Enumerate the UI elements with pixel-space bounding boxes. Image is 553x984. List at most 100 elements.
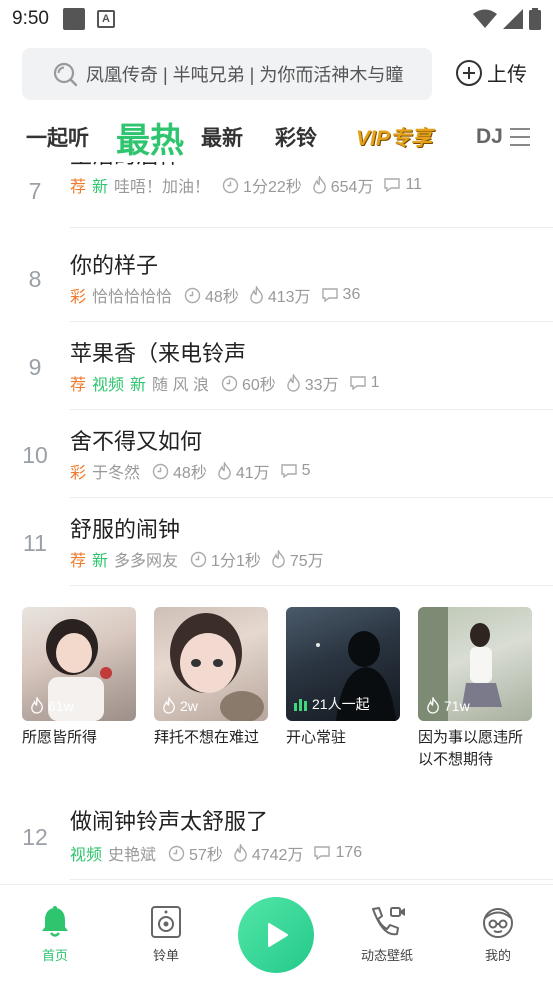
card-thumbnail: 71w xyxy=(418,607,532,721)
song-row[interactable]: 8 你的样子 彩 恰恰恰恰恰 48秒 413万 36 xyxy=(0,234,553,322)
artist-name: 于冬然 xyxy=(92,465,141,482)
song-row[interactable]: 11 舒服的闹钟 荐 新 多多网友 1分1秒 75万 xyxy=(0,498,553,586)
tag-recommended: 荐 xyxy=(70,553,87,570)
comments-stat: 36 xyxy=(321,286,360,304)
row-divider xyxy=(70,227,553,228)
speaker-icon xyxy=(151,906,181,938)
clock-icon xyxy=(184,287,201,303)
nav-home[interactable]: 首页 xyxy=(15,905,95,964)
rank-number: 11 xyxy=(23,530,47,556)
card-caption: 所愿皆所得 xyxy=(22,729,98,746)
rank-number: 10 xyxy=(22,442,48,468)
card-badge: 71w xyxy=(426,697,470,714)
nav-live-wallpaper-label: 动态壁纸 xyxy=(360,948,413,963)
song-meta: 荐 视频 新 随 风 浪 60秒 33万 1 xyxy=(70,372,389,394)
artist-name: 史艳斌 xyxy=(108,847,157,864)
tab-listen-together[interactable]: 一起听 xyxy=(26,112,89,162)
bell-icon xyxy=(42,906,68,937)
search-icon xyxy=(53,62,78,87)
clock-icon xyxy=(190,551,207,567)
comments-value: 11 xyxy=(405,176,423,193)
flame-icon xyxy=(218,462,231,480)
tab-newest[interactable]: 最新 xyxy=(201,112,243,162)
video-card[interactable]: 21人一起 开心常驻 xyxy=(286,607,400,749)
card-badge: 2w xyxy=(162,697,198,714)
flame-icon xyxy=(427,697,439,714)
flame-icon xyxy=(163,697,175,714)
tab-dj[interactable]: DJ xyxy=(476,112,503,162)
equalizer-icon xyxy=(294,699,307,711)
comments-stat: 176 xyxy=(313,844,362,862)
card-badge: 21人一起 xyxy=(294,694,370,714)
tag-ringback: 彩 xyxy=(70,465,87,482)
plays-value: 654万 xyxy=(330,179,374,196)
search-row: 凤凰传奇 | 半吨兄弟 | 为你而活神木与瞳 上传 xyxy=(0,48,553,100)
upload-button[interactable]: 上传 xyxy=(455,58,527,87)
comment-icon xyxy=(280,464,297,479)
card-badge-value: 61w xyxy=(48,697,74,714)
card-thumbnail: 2w xyxy=(154,607,268,721)
play-button[interactable] xyxy=(238,897,314,973)
flame-icon xyxy=(234,844,247,862)
tab-ringback[interactable]: 彩铃 xyxy=(275,112,317,162)
plays-stat: 4742万 xyxy=(233,841,303,865)
song-row[interactable]: 7 生活的酒杯 荐 新 哇唔！加油！ 1分22秒 654万 11 xyxy=(0,162,553,228)
signal-icon xyxy=(503,9,523,29)
tag-recommended: 荐 xyxy=(70,179,87,196)
menu-icon[interactable] xyxy=(508,125,532,149)
card-badge-value: 21人一起 xyxy=(312,696,370,712)
song-row[interactable]: 9 苹果香（来电铃声 荐 视频 新 随 风 浪 60秒 33万 1 xyxy=(0,322,553,410)
rank-number: 7 xyxy=(28,178,42,204)
comments-value: 5 xyxy=(301,462,311,479)
duration-stat: 48秒 xyxy=(152,459,207,483)
phone-video-icon xyxy=(372,907,405,936)
song-row[interactable]: 12 做闹钟铃声太舒服了 视频 史艳斌 57秒 4742万 176 xyxy=(0,792,553,880)
category-tabs: 一起听 最热 最新 彩铃 VIP专享 DJ xyxy=(0,112,553,162)
song-title: 生活的酒杯 xyxy=(70,162,180,170)
tag-new: 新 xyxy=(92,553,109,570)
tab-hottest[interactable]: 最热 xyxy=(116,112,184,162)
plays-value: 75万 xyxy=(289,553,324,570)
plays-stat: 413万 xyxy=(249,283,311,307)
nav-playlist-label: 铃单 xyxy=(152,948,179,963)
play-icon xyxy=(268,923,288,947)
video-card[interactable]: 61w 所愿皆所得 xyxy=(22,607,136,749)
comments-value: 1 xyxy=(370,374,380,391)
song-title: 你的样子 xyxy=(70,253,159,278)
bottom-nav: 首页 铃单 动态壁纸 我的 xyxy=(0,884,553,984)
rank-number: 8 xyxy=(28,266,42,292)
flame-icon xyxy=(250,286,263,304)
card-caption: 因为事以愿违所以不想期待 xyxy=(418,729,524,768)
song-row[interactable]: 10 舍不得又如何 彩 于冬然 48秒 41万 5 xyxy=(0,410,553,498)
nav-home-label: 首页 xyxy=(41,948,68,963)
plays-value: 33万 xyxy=(304,377,339,394)
duration-stat: 60秒 xyxy=(221,371,276,395)
tab-vip[interactable]: VIP专享 xyxy=(356,112,432,162)
comment-icon xyxy=(349,376,366,391)
card-caption: 开心常驻 xyxy=(286,729,347,746)
video-card[interactable]: 71w 因为事以愿违所以不想期待 xyxy=(418,607,532,771)
clock-icon xyxy=(221,375,238,391)
flame-icon xyxy=(31,697,43,714)
rank-number: 9 xyxy=(28,354,42,380)
duration-value: 1分1秒 xyxy=(211,553,261,570)
nav-live-wallpaper[interactable]: 动态壁纸 xyxy=(347,905,427,964)
plays-value: 413万 xyxy=(267,289,311,306)
duration-value: 1分22秒 xyxy=(243,179,302,196)
video-card[interactable]: 2w 拜托不想在难过 xyxy=(154,607,268,749)
plays-stat: 75万 xyxy=(271,547,324,571)
comment-icon xyxy=(384,178,401,193)
tag-video: 视频 xyxy=(92,377,125,394)
nav-playlist[interactable]: 铃单 xyxy=(126,905,206,964)
search-box[interactable]: 凤凰传奇 | 半吨兄弟 | 为你而活神木与瞳 xyxy=(22,48,432,100)
artist-name: 恰恰恰恰恰 xyxy=(92,289,173,306)
card-thumbnail: 21人一起 xyxy=(286,607,400,721)
nav-profile[interactable]: 我的 xyxy=(458,905,538,964)
comment-icon xyxy=(321,288,338,303)
avatar-icon xyxy=(483,908,513,938)
video-card-strip: 61w 所愿皆所得 2w 拜托不想在难过 21人一起 开心常驻 71w 因为事以… xyxy=(0,607,553,777)
plays-stat: 33万 xyxy=(286,371,339,395)
comments-stat: 11 xyxy=(383,176,422,194)
clock-icon xyxy=(222,177,239,193)
notification-icon xyxy=(62,8,85,30)
